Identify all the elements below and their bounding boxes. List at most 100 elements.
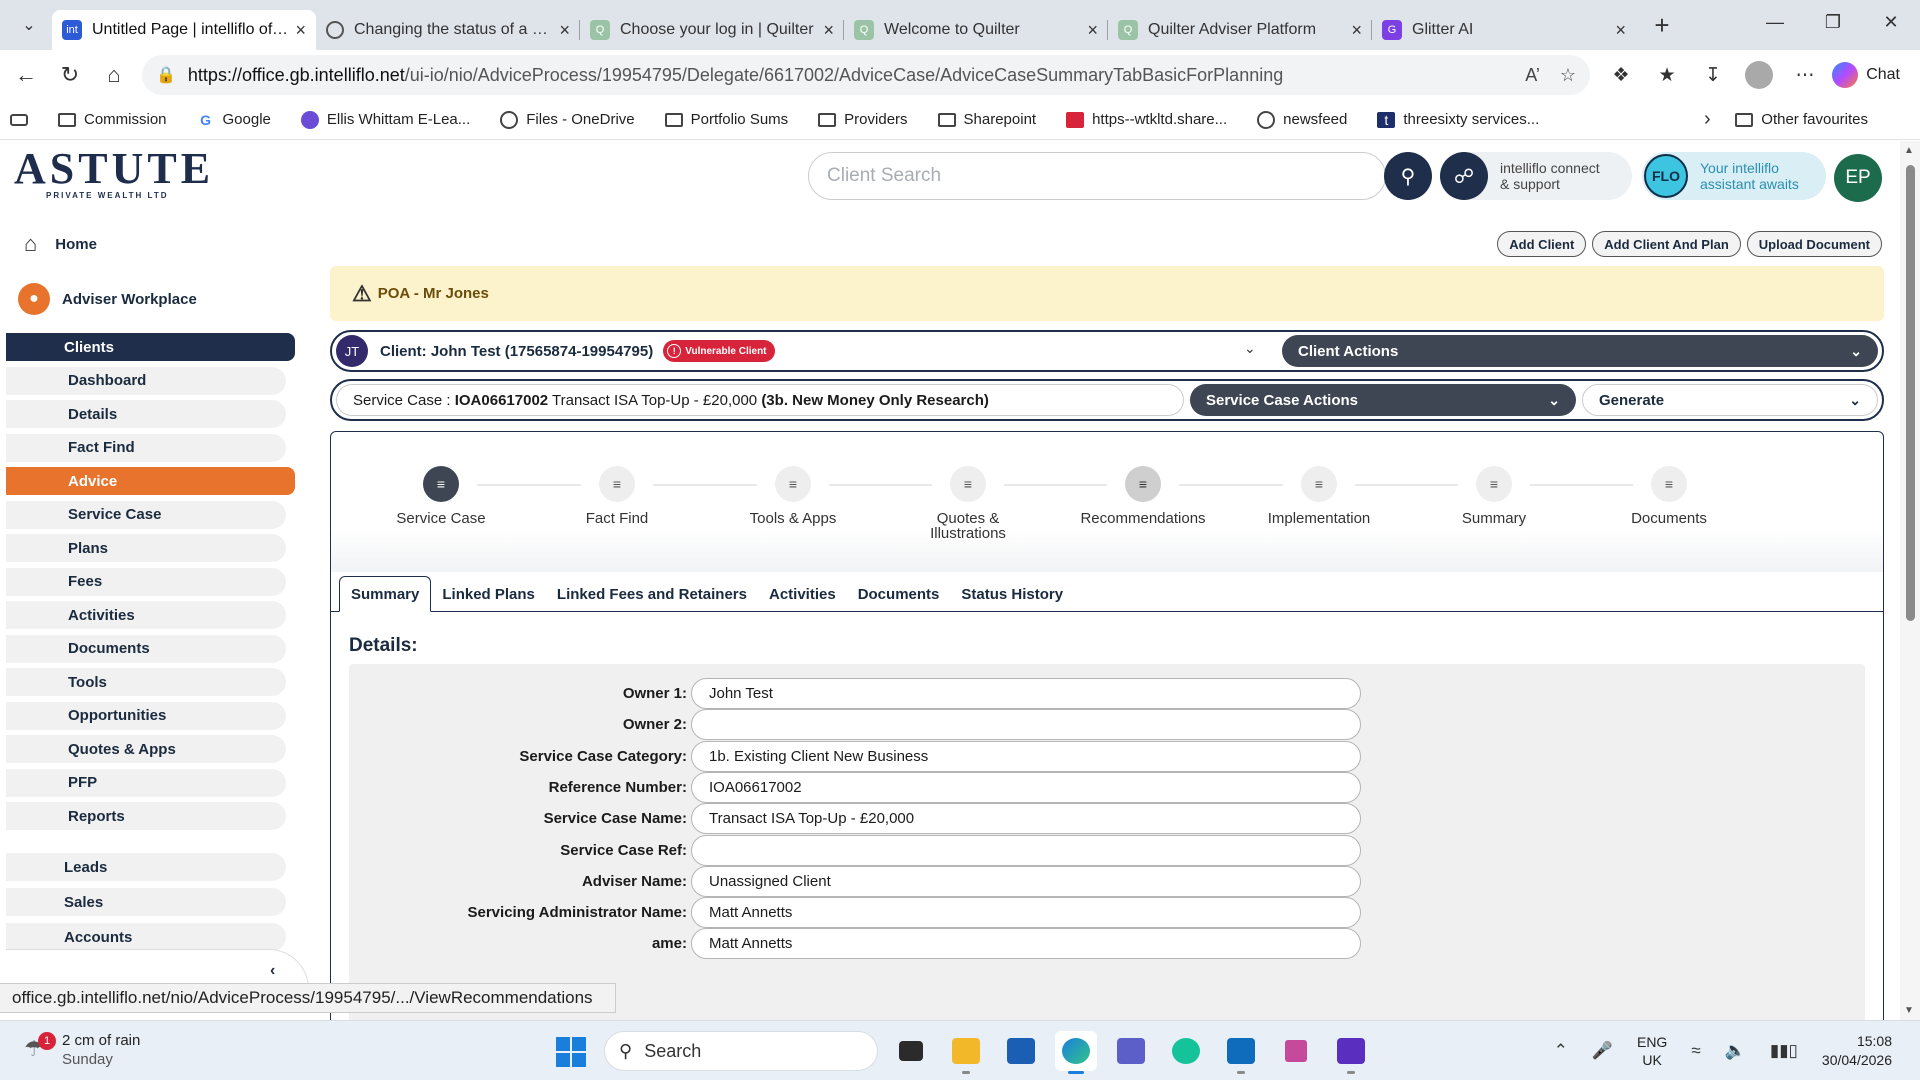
sidebar-item-documents[interactable]: Documents xyxy=(6,634,286,663)
sidebar-home[interactable]: ⌂ Home xyxy=(24,231,97,257)
sidebar-adviser-workplace[interactable]: ● Adviser Workplace xyxy=(18,283,197,315)
minimize-icon[interactable]: — xyxy=(1746,0,1804,44)
detail-value-field[interactable] xyxy=(691,834,1361,866)
restore-icon[interactable]: ❐ xyxy=(1804,0,1862,44)
detail-value-field[interactable]: IOA06617002 xyxy=(691,771,1361,803)
microphone-icon[interactable]: 🎤 xyxy=(1592,1041,1613,1061)
bookmark-item[interactable]: Ellis Whittam E-Lea... xyxy=(300,110,470,129)
upload-document-button[interactable]: Upload Document xyxy=(1746,231,1882,257)
sidebar-item-activities[interactable]: Activities xyxy=(6,601,286,629)
step-implementation[interactable]: ≡ Implementation xyxy=(1219,466,1419,526)
tab-summary[interactable]: Summary xyxy=(339,576,432,612)
glitter-ai-icon[interactable] xyxy=(1330,1031,1372,1071)
page-scrollbar[interactable]: ▲ ▼ xyxy=(1900,141,1920,1020)
sidebar-item-reports[interactable]: Reports xyxy=(6,802,286,830)
browser-tab[interactable]: int Untitled Page | intelliflo office × xyxy=(52,10,316,50)
client-actions-dropdown[interactable]: Client Actions ⌄ xyxy=(1282,335,1878,367)
url-field[interactable]: 🔒 https://office.gb.intelliflo.net/ui-io… xyxy=(142,55,1590,95)
snipping-tool-icon[interactable] xyxy=(1275,1031,1317,1071)
close-tab-icon[interactable]: × xyxy=(295,20,306,41)
more-menu-icon[interactable]: ⋯ xyxy=(1784,55,1826,95)
step-fact-find[interactable]: ≡ Fact Find xyxy=(517,466,717,526)
sidebar-item-dashboard[interactable]: Dashboard xyxy=(6,366,286,395)
add-client-button[interactable]: Add Client xyxy=(1497,231,1587,257)
bookmark-item[interactable]: Portfolio Sums xyxy=(664,111,788,129)
browser-tab[interactable]: G Glitter AI × xyxy=(1372,10,1636,50)
step-recommendations[interactable]: ≡ Recommendations xyxy=(1043,466,1243,526)
outlook-icon[interactable] xyxy=(1220,1031,1262,1071)
bookmark-item[interactable]: Files - OneDrive xyxy=(500,110,635,129)
sidebar-item-fact-find[interactable]: Fact Find xyxy=(6,433,286,462)
detail-value-field[interactable]: Matt Annetts xyxy=(691,897,1361,929)
sidebar-item-advice[interactable]: Advice xyxy=(6,467,295,495)
sidebar-item-pfp[interactable]: PFP xyxy=(6,768,286,797)
step-documents[interactable]: ≡ Documents xyxy=(1569,466,1769,526)
file-explorer-icon[interactable] xyxy=(945,1031,987,1071)
scroll-down-icon[interactable]: ▼ xyxy=(1904,1005,1914,1016)
bookmarks-more-icon[interactable]: › xyxy=(1704,108,1711,131)
detail-value-field[interactable]: Transact ISA Top-Up - £20,000 xyxy=(691,803,1361,835)
new-tab-button[interactable]: + xyxy=(1642,7,1682,43)
step-summary[interactable]: ≡ Summary xyxy=(1394,466,1594,526)
bookmark-item[interactable]: https--wtkltd.share... xyxy=(1066,111,1227,129)
copilot-chat-button[interactable]: Chat xyxy=(1822,57,1910,93)
windows-start-icon[interactable] xyxy=(556,1037,586,1067)
reading-list-icon[interactable] xyxy=(10,113,28,126)
sidebar-item-sales[interactable]: Sales xyxy=(6,888,286,916)
sidebar-item-opportunities[interactable]: Opportunities xyxy=(6,701,286,730)
tab-linked-fees-and-retainers[interactable]: Linked Fees and Retainers xyxy=(546,576,758,612)
close-tab-icon[interactable]: × xyxy=(559,20,570,41)
bookmark-item[interactable]: Providers xyxy=(818,111,908,129)
detail-value-field[interactable]: John Test xyxy=(691,678,1361,709)
bookmark-item[interactable]: G Google xyxy=(197,111,271,129)
battery-icon[interactable]: ▮▮▯ xyxy=(1770,1041,1798,1061)
sidebar-item-clients[interactable]: Clients xyxy=(6,333,295,361)
taskbar-search[interactable]: ⚲ Search xyxy=(604,1031,878,1071)
downloads-icon[interactable]: ↧ xyxy=(1692,55,1734,95)
chevron-up-icon[interactable]: ⌃ xyxy=(1554,1041,1568,1061)
clock[interactable]: 15:08 30/04/2026 xyxy=(1822,1032,1892,1070)
detail-value-field[interactable]: Unassigned Client xyxy=(691,865,1361,897)
close-tab-icon[interactable]: × xyxy=(1351,20,1362,41)
task-view-icon[interactable] xyxy=(890,1031,932,1071)
sidebar-item-quotes-apps[interactable]: Quotes & Apps xyxy=(6,735,286,763)
sidebar-item-fees[interactable]: Fees xyxy=(6,567,286,596)
add-client-and-plan-button[interactable]: Add Client And Plan xyxy=(1592,231,1741,257)
service-case-actions-dropdown[interactable]: Service Case Actions ⌄ xyxy=(1190,384,1576,416)
profile-avatar[interactable] xyxy=(1738,55,1780,95)
teams-icon[interactable] xyxy=(1110,1031,1152,1071)
step-tools-apps[interactable]: ≡ Tools & Apps xyxy=(693,466,893,526)
favorite-star-icon[interactable]: ☆ xyxy=(1560,65,1576,86)
tab-linked-plans[interactable]: Linked Plans xyxy=(431,576,546,612)
browser-tab[interactable]: Q Quilter Adviser Platform × xyxy=(1108,10,1372,50)
extensions-icon[interactable]: ❖ xyxy=(1600,55,1642,95)
step-quotes[interactable]: ≡ Quotes & Illustrations xyxy=(868,466,1068,541)
detail-value-field[interactable] xyxy=(691,709,1361,741)
other-favourites[interactable]: Other favourites xyxy=(1735,111,1868,128)
close-tab-icon[interactable]: × xyxy=(823,20,834,41)
tab-actions-menu-button[interactable]: ⌄ xyxy=(6,6,52,44)
close-window-icon[interactable]: ✕ xyxy=(1862,0,1920,44)
refresh-button[interactable]: ↻ xyxy=(48,55,92,95)
detail-value-field[interactable]: Matt Annetts xyxy=(691,928,1361,960)
microsoft-store-icon[interactable] xyxy=(1000,1031,1042,1071)
edge-browser-icon[interactable] xyxy=(1055,1031,1097,1071)
detail-value-field[interactable]: 1b. Existing Client New Business xyxy=(691,740,1361,772)
grammarly-icon[interactable] xyxy=(1165,1031,1207,1071)
weather-widget[interactable]: ☂ 1 2 cm of rain Sunday xyxy=(24,1031,140,1069)
sidebar-item-tools[interactable]: Tools xyxy=(6,668,286,696)
browser-tab[interactable]: Q Choose your log in | Quilter × xyxy=(580,10,844,50)
browser-tab[interactable]: Q Welcome to Quilter × xyxy=(844,10,1108,50)
bookmark-item[interactable]: Commission xyxy=(58,111,167,129)
sidebar-item-service-case[interactable]: Service Case xyxy=(6,500,286,529)
client-expand-chevron-icon[interactable]: ⌄ xyxy=(1244,340,1256,357)
vulnerable-client-badge[interactable]: ! Vulnerable Client xyxy=(663,340,775,362)
tab-documents[interactable]: Documents xyxy=(847,576,951,612)
step-service-case[interactable]: ≡ Service Case xyxy=(341,466,541,526)
close-tab-icon[interactable]: × xyxy=(1615,20,1626,41)
browser-tab[interactable]: Changing the status of a plan × xyxy=(316,10,580,50)
generate-dropdown[interactable]: Generate ⌄ xyxy=(1582,384,1878,416)
flo-assistant-button[interactable]: FLO Your intelliflo assistant awaits xyxy=(1642,152,1826,200)
language-indicator[interactable]: ENG UK xyxy=(1637,1033,1667,1069)
read-aloud-icon[interactable]: A’ xyxy=(1525,65,1540,86)
